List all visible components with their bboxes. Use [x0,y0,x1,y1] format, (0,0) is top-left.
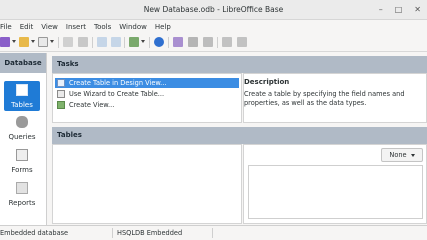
chevron-down-icon [410,153,415,157]
status-bar: Embedded database HSQLDB Embedded [0,225,427,240]
sidebar-header: Database [0,53,46,73]
menu-file[interactable]: File [0,23,12,31]
layout-icon[interactable] [222,37,232,48]
wizard-icon [57,90,65,98]
preview-select[interactable]: None [381,148,423,162]
new-dropdown-icon[interactable] [12,40,16,43]
main-area: Tasks Create Table in Design View... Use… [48,53,427,225]
sidebar-item-label: Queries [8,133,36,141]
tables-header: Tables [52,127,427,144]
description-title: Description [244,78,290,86]
status-database-type: Embedded database [0,229,69,237]
sidebar-item-reports[interactable]: Reports [4,179,40,209]
toolbar-separator [149,37,150,48]
sort-descending-icon[interactable] [111,37,121,48]
task-use-wizard[interactable]: Use Wizard to Create Table... [55,89,239,99]
description-panel: Description Create a table by specifying… [243,73,427,123]
toolbar-separator [58,37,59,48]
menu-insert[interactable]: Insert [66,23,86,31]
open-dropdown-icon[interactable] [31,40,35,43]
table-view-icon[interactable] [173,37,183,48]
menu-bar: File Edit View Insert Tools Window Help [0,20,427,33]
tasks-header: Tasks [52,56,427,73]
sidebar-item-queries[interactable]: Queries [4,113,40,143]
new-document-icon[interactable] [0,37,10,48]
preview-area [248,165,423,219]
paste-icon[interactable] [78,37,88,48]
save-dropdown-icon[interactable] [50,40,54,43]
toolbar-separator [92,37,93,48]
database-sidebar: Database Tables Queries Forms Reports [0,53,47,225]
task-label: Create Table in Design View... [69,79,167,87]
preview-panel: None [243,144,427,224]
table-design-icon [57,79,65,87]
task-label: Create View... [69,101,115,109]
menu-tools[interactable]: Tools [94,23,111,31]
reports-icon [16,182,28,194]
save-icon[interactable] [38,37,48,48]
window-controls: – □ ✕ [379,3,421,17]
maximize-icon[interactable]: □ [395,3,403,17]
close-icon[interactable]: ✕ [414,3,421,17]
sidebar-item-label: Forms [11,166,33,174]
toolbar [0,33,427,52]
tables-icon [16,84,28,96]
toolbar-separator [124,37,125,48]
sidebar-item-label: Tables [11,101,33,109]
task-label: Use Wizard to Create Table... [69,90,165,98]
task-create-view[interactable]: Create View... [55,100,239,110]
status-separator [212,228,213,238]
description-text: Create a table by specifying the field n… [244,90,405,107]
view-icon [57,101,65,109]
open-folder-icon[interactable] [19,37,29,48]
task-create-table-design[interactable]: Create Table in Design View... [55,78,239,88]
chart-icon[interactable] [129,37,139,48]
sidebar-item-label: Reports [8,199,36,207]
status-engine: HSQLDB Embedded [117,229,183,237]
tables-list[interactable] [52,144,242,224]
toolbar-separator [168,37,169,48]
sidebar-item-tables[interactable]: Tables [4,81,40,111]
menu-window[interactable]: Window [119,23,147,31]
sidebar-item-forms[interactable]: Forms [4,146,40,176]
minimize-icon[interactable]: – [379,3,383,17]
form-view-icon[interactable] [203,37,213,48]
status-separator [112,228,113,238]
menu-help[interactable]: Help [155,23,171,31]
layout-alt-icon[interactable] [237,37,247,48]
query-view-icon[interactable] [188,37,198,48]
menu-edit[interactable]: Edit [20,23,34,31]
queries-icon [16,116,28,128]
title-bar: New Database.odb - LibreOffice Base – □ … [0,0,427,20]
forms-icon [16,149,28,161]
chart-dropdown-icon[interactable] [141,40,145,43]
sort-ascending-icon[interactable] [97,37,107,48]
preview-select-value: None [389,151,407,159]
window-title: New Database.odb - LibreOffice Base [143,5,284,14]
tasks-list: Create Table in Design View... Use Wizar… [52,73,242,123]
menu-view[interactable]: View [41,23,58,31]
toolbar-separator [217,37,218,48]
copy-icon[interactable] [63,37,73,48]
help-icon[interactable] [154,37,164,48]
